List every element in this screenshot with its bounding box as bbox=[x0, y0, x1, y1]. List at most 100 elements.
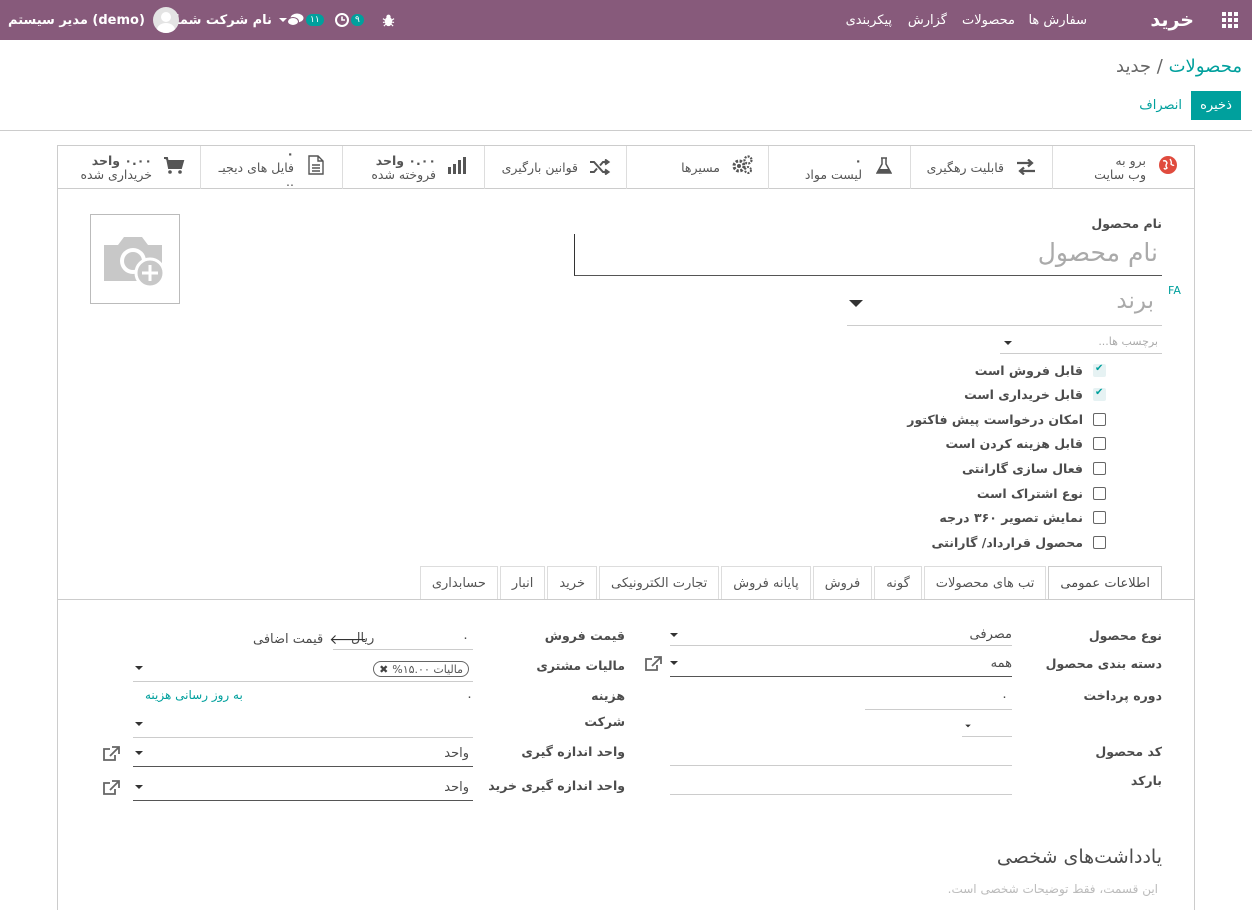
checkbox-row[interactable]: نمایش تصویر ۳۶۰ درجه bbox=[939, 508, 1106, 528]
checkbox-row[interactable]: امکان درخواست پیش فاکتور bbox=[907, 409, 1106, 429]
breadcrumb: محصولات / جدید bbox=[1116, 56, 1242, 77]
checkbox-row[interactable]: قابل فروش است bbox=[975, 360, 1106, 380]
breadcrumb-parent[interactable]: محصولات bbox=[1169, 56, 1242, 77]
checkbox-checked[interactable] bbox=[1093, 363, 1106, 377]
product-type-select[interactable]: مصرفی bbox=[670, 624, 1012, 646]
notes-input[interactable]: این قسمت، فقط توضیحات شخصی است. bbox=[948, 882, 1158, 896]
menu-products[interactable]: محصولات bbox=[962, 0, 1015, 40]
checkbox[interactable] bbox=[1093, 486, 1106, 500]
purchased-button[interactable]: ۰.۰۰ واحد خریداری شده bbox=[58, 146, 200, 189]
file-icon bbox=[304, 155, 328, 180]
camera-add-icon bbox=[104, 237, 166, 289]
tab-general-info[interactable]: اطلاعات عمومی bbox=[1048, 566, 1162, 600]
checkbox[interactable] bbox=[1093, 535, 1106, 549]
avatar bbox=[152, 7, 179, 33]
messaging-menu[interactable]: ۱۱ bbox=[287, 0, 324, 40]
tags-placeholder: برچسب ها... bbox=[1098, 335, 1158, 348]
apps-icon[interactable] bbox=[1222, 0, 1238, 40]
tab-purchase[interactable]: خرید bbox=[547, 566, 597, 599]
activity-menu[interactable]: ۹ bbox=[335, 0, 364, 40]
external-link-icon[interactable] bbox=[644, 656, 662, 676]
purchase-uom-value: واحد bbox=[444, 780, 469, 795]
arrow-left-icon: 🡐 bbox=[329, 632, 367, 648]
menu-orders[interactable]: سفارش ها bbox=[1028, 0, 1087, 40]
menu-reporting[interactable]: گزارش bbox=[908, 0, 947, 40]
uom-select[interactable]: واحد bbox=[133, 742, 473, 767]
category-select[interactable]: همه bbox=[670, 652, 1012, 677]
checkbox-label: قابل هزینه کردن است bbox=[945, 436, 1083, 452]
checkbox-row[interactable]: محصول قرارداد/ گارانتی bbox=[932, 532, 1106, 552]
cost-value[interactable]: ۰ bbox=[466, 690, 473, 705]
traceability-label: قابلیت رهگیری bbox=[926, 159, 1004, 175]
chevron-down-icon bbox=[849, 300, 863, 307]
checkbox-row[interactable]: قابل هزینه کردن است bbox=[945, 434, 1106, 454]
chevron-down-icon bbox=[135, 666, 143, 670]
checkbox[interactable] bbox=[1093, 461, 1106, 475]
checkbox-label: نمایش تصویر ۳۶۰ درجه bbox=[939, 510, 1083, 526]
routes-button[interactable]: مسیرها bbox=[626, 146, 768, 189]
random-icon bbox=[588, 156, 612, 180]
user-menu[interactable]: مدیر سیستم (demo) bbox=[8, 0, 179, 40]
digital-files-label: فایل های دیجیـ .. bbox=[218, 159, 294, 189]
tax-tag[interactable]: مالیات ۱۵.۰۰% ✖ bbox=[373, 661, 469, 677]
checkbox[interactable] bbox=[1093, 412, 1106, 426]
purchased-label: خریداری شده bbox=[80, 166, 152, 182]
checkbox-label: امکان درخواست پیش فاکتور bbox=[907, 411, 1083, 427]
app-brand[interactable]: خرید bbox=[1150, 0, 1194, 40]
tab-product-tabs[interactable]: تب های محصولات bbox=[923, 566, 1047, 599]
checkbox-row[interactable]: فعال سازی گارانتی bbox=[962, 458, 1106, 478]
chevron-down-icon bbox=[670, 661, 678, 665]
bom-count: ۰ bbox=[854, 152, 862, 168]
tab-accounting[interactable]: حسابداری bbox=[419, 566, 498, 599]
chevron-down-icon bbox=[670, 633, 678, 637]
customer-tax-input[interactable]: مالیات ۱۵.۰۰% ✖ bbox=[133, 656, 473, 682]
tab-variants[interactable]: گونه bbox=[874, 566, 922, 599]
checkbox-label: فعال سازی گارانتی bbox=[961, 460, 1083, 476]
brand-select[interactable]: برند bbox=[847, 286, 1162, 326]
purchase-uom-select[interactable]: واحد bbox=[133, 776, 473, 801]
product-code-input[interactable] bbox=[670, 742, 1012, 766]
checkbox-label: قابل خریداری است bbox=[964, 387, 1083, 403]
checkbox-row[interactable]: قابل خریداری است bbox=[964, 385, 1106, 405]
remove-tag-icon[interactable]: ✖ bbox=[379, 663, 388, 676]
traceability-button[interactable]: قابلیت رهگیری bbox=[910, 146, 1052, 189]
tab-ecommerce[interactable]: تجارت الکترونیکی bbox=[598, 566, 720, 599]
update-cost-link[interactable]: به روز رسانی هزینه bbox=[145, 688, 243, 702]
category-label: دسته بندی محصول bbox=[1045, 656, 1162, 671]
digital-files-button[interactable]: ۰ فایل های دیجیـ .. bbox=[200, 146, 342, 189]
payment-period-unit-select[interactable] bbox=[962, 715, 1012, 737]
menu-configuration[interactable]: پیکربندی bbox=[846, 0, 892, 40]
sold-button[interactable]: ۰.۰۰ واحد فروخته شده bbox=[342, 146, 484, 189]
checkbox[interactable] bbox=[1093, 437, 1106, 451]
company-switcher[interactable]: نام شرکت شما bbox=[175, 0, 287, 40]
website-button[interactable]: برو به وب سایت bbox=[1052, 146, 1194, 189]
payment-period-input[interactable]: ۰ bbox=[865, 686, 1012, 710]
cost-label: هزینه bbox=[591, 688, 625, 703]
product-name-input[interactable]: نام محصول bbox=[574, 234, 1162, 276]
sale-price-value: ۰ bbox=[462, 631, 469, 646]
external-link-icon[interactable] bbox=[102, 780, 120, 800]
tab-pos[interactable]: پایانه فروش bbox=[721, 566, 811, 599]
external-link-icon[interactable] bbox=[102, 746, 120, 766]
brand-placeholder: برند bbox=[1116, 288, 1154, 314]
language-button[interactable]: FA bbox=[1168, 284, 1181, 297]
product-image[interactable] bbox=[90, 214, 180, 304]
tab-sales[interactable]: فروش bbox=[812, 566, 873, 599]
save-button[interactable]: ذخیره bbox=[1191, 91, 1241, 120]
company-name: نام شرکت شما bbox=[175, 12, 272, 28]
barcode-input[interactable] bbox=[670, 771, 1012, 795]
company-select[interactable] bbox=[133, 712, 473, 738]
tab-inventory[interactable]: انبار bbox=[499, 566, 546, 599]
checkbox-checked[interactable] bbox=[1093, 387, 1106, 402]
bom-button[interactable]: ۰ لیست مواد bbox=[768, 146, 910, 189]
checkbox-row[interactable]: نوع اشتراک است bbox=[977, 483, 1106, 503]
checkbox[interactable] bbox=[1093, 511, 1106, 525]
extra-price-label: قیمت اضافی bbox=[253, 632, 324, 647]
tags-input[interactable]: برچسب ها... bbox=[1000, 332, 1162, 354]
bug-icon[interactable] bbox=[382, 0, 395, 40]
putaway-rules-button[interactable]: قوانین بارگیری bbox=[484, 146, 626, 189]
discard-button[interactable]: انصراف bbox=[1139, 91, 1182, 120]
extra-price-button[interactable]: 🡐 قیمت اضافی bbox=[253, 631, 367, 648]
breadcrumb-current: جدید bbox=[1116, 56, 1152, 77]
messages-badge: ۱۱ bbox=[306, 14, 324, 26]
